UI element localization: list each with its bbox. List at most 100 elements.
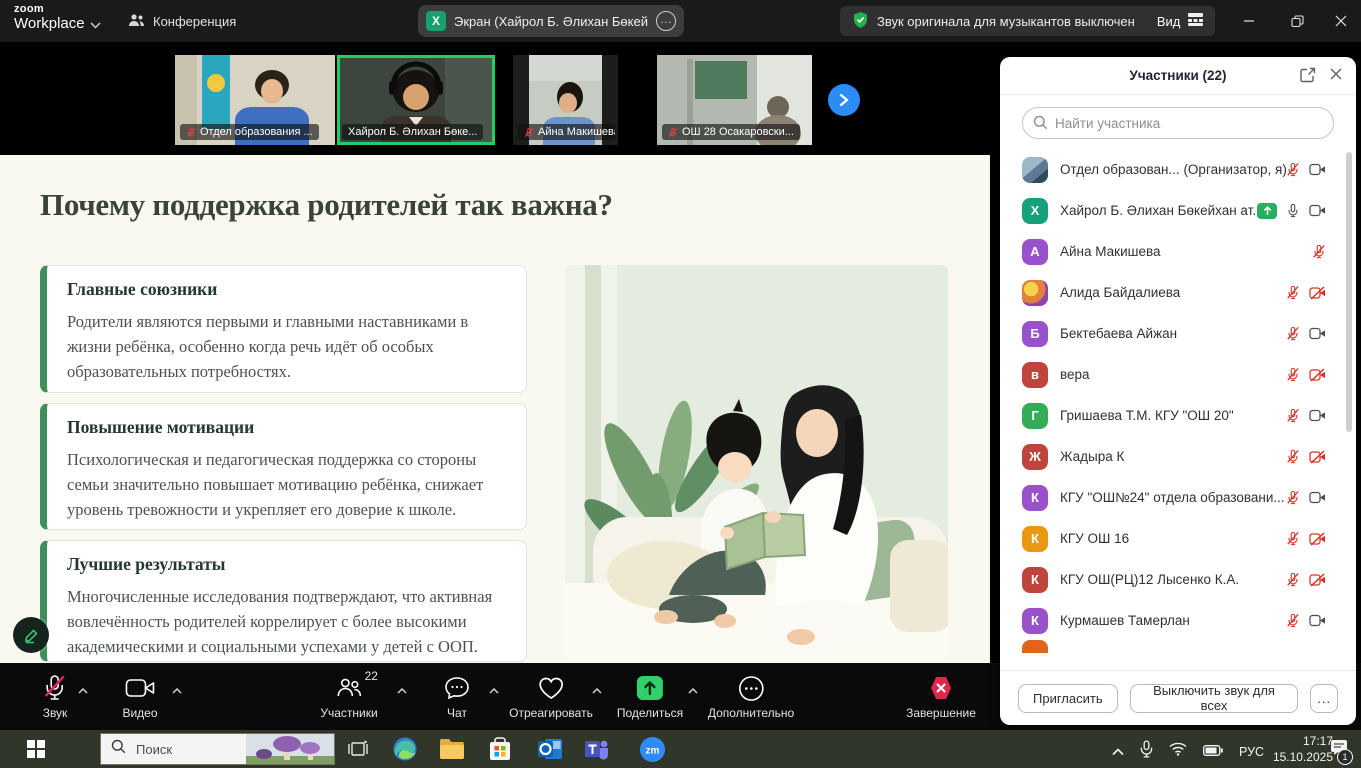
restore-button[interactable] bbox=[1274, 0, 1320, 42]
taskbar-search-input[interactable] bbox=[134, 741, 248, 758]
tab-meeting-label: Конференция bbox=[153, 14, 236, 29]
video-name-label: ОШ 28 Осакаровски... bbox=[662, 124, 800, 140]
video-thumbnail[interactable]: ОШ 28 Осакаровски... bbox=[657, 55, 812, 145]
participant-status-icons bbox=[1286, 326, 1344, 341]
tray-mic-icon[interactable] bbox=[1140, 740, 1153, 763]
mute-all-button[interactable]: Выключить звук для всех bbox=[1130, 684, 1299, 713]
mic-muted-icon bbox=[1286, 613, 1300, 628]
video-thumbnail[interactable]: Отдел образования ... bbox=[175, 55, 335, 145]
logo-line1: zoom bbox=[14, 4, 85, 15]
share-screen-button[interactable]: Поделиться bbox=[617, 673, 683, 720]
share-options-caret[interactable] bbox=[688, 681, 698, 699]
panel-scrollbar[interactable] bbox=[1346, 152, 1352, 432]
notification-center-icon[interactable]: 1 bbox=[1330, 739, 1348, 761]
invite-button[interactable]: Пригласить bbox=[1018, 684, 1118, 713]
zoom-app-icon[interactable]: zm bbox=[638, 735, 666, 763]
participant-name: Бектебаева Айжан bbox=[1060, 326, 1286, 341]
participant-name: вера bbox=[1060, 367, 1286, 382]
participant-status-icons bbox=[1286, 613, 1344, 628]
end-call-icon bbox=[927, 673, 955, 703]
audio-button[interactable]: Звук bbox=[43, 673, 68, 720]
avatar: X bbox=[1022, 198, 1048, 224]
tray-chevron-icon[interactable] bbox=[1112, 743, 1124, 761]
view-grid-icon[interactable] bbox=[1188, 13, 1203, 29]
minimize-button[interactable] bbox=[1226, 0, 1272, 42]
video-button[interactable]: Видео bbox=[122, 673, 157, 720]
tray-battery-icon[interactable] bbox=[1203, 743, 1223, 761]
view-button-label[interactable]: Вид bbox=[1157, 14, 1181, 29]
avatar: в bbox=[1022, 362, 1048, 388]
participant-row[interactable]: ББектебаева Айжан bbox=[1000, 313, 1344, 354]
participant-row[interactable]: XХайрол Б. Әлихан Бөкейхан ат... bbox=[1000, 190, 1344, 231]
search-highlight-image[interactable] bbox=[246, 734, 334, 765]
video-label: Видео bbox=[122, 706, 157, 720]
tab-screen-share[interactable]: X Экран (Хайрол Б. Әлихан Бөкей … bbox=[418, 5, 684, 37]
participant-row[interactable]: Отдел образован... (Организатор, я) bbox=[1000, 149, 1344, 190]
chevron-down-icon[interactable] bbox=[90, 16, 101, 34]
search-participant[interactable] bbox=[1022, 107, 1334, 139]
tray-clock[interactable]: 17:17 15.10.2025 bbox=[1273, 733, 1333, 765]
participant-status-icons bbox=[1286, 449, 1344, 464]
search-participant-input[interactable] bbox=[1022, 107, 1334, 139]
video-thumbnail[interactable]: Айна Макишева bbox=[513, 55, 618, 145]
task-view-icon[interactable] bbox=[344, 735, 372, 763]
participant-row[interactable]: ККурмашев Тамерлан bbox=[1000, 600, 1344, 641]
avatar: Г bbox=[1022, 403, 1048, 429]
windows-taskbar: zm РУС 17:17 15.10.2025 1 bbox=[0, 730, 1361, 768]
mic-muted-icon bbox=[1312, 244, 1326, 259]
camera-icon bbox=[125, 673, 155, 703]
panel-more-button[interactable]: ... bbox=[1310, 684, 1338, 713]
participant-row[interactable]: ККГУ ОШ 16 bbox=[1000, 518, 1344, 559]
react-options-caret[interactable] bbox=[592, 681, 602, 699]
close-icon[interactable] bbox=[1318, 0, 1361, 42]
mic-muted-icon bbox=[1286, 490, 1300, 505]
participant-row[interactable]: Алида Байдалиева bbox=[1000, 272, 1344, 313]
camera-on-icon bbox=[1309, 163, 1326, 176]
outlook-icon[interactable] bbox=[536, 735, 564, 763]
end-meeting-button[interactable]: Завершение bbox=[906, 673, 976, 720]
mic-muted-icon bbox=[668, 127, 678, 138]
annotate-button[interactable] bbox=[13, 617, 49, 653]
video-options-caret[interactable] bbox=[172, 681, 182, 699]
chat-label: Чат bbox=[447, 706, 467, 720]
camera-on-icon bbox=[1309, 327, 1326, 340]
next-videos-button[interactable] bbox=[828, 84, 860, 116]
tray-time: 17:17 bbox=[1273, 733, 1333, 749]
edge-icon[interactable] bbox=[391, 735, 419, 763]
ms-store-icon[interactable] bbox=[486, 735, 514, 763]
react-button[interactable]: Отреагировать bbox=[509, 673, 593, 720]
card-title: Повышение мотивации bbox=[67, 417, 508, 438]
participant-status-icons bbox=[1286, 162, 1344, 177]
chat-button[interactable]: Чат bbox=[444, 673, 470, 720]
participants-button[interactable]: 22 Участники bbox=[320, 673, 377, 720]
chat-options-caret[interactable] bbox=[489, 681, 499, 699]
title-bar: zoom Workplace Конференция X Экран (Хайр… bbox=[0, 0, 1361, 42]
camera-on-icon bbox=[1309, 204, 1326, 217]
participant-row[interactable]: ААйна Макишева bbox=[1000, 231, 1344, 272]
participants-options-caret[interactable] bbox=[397, 681, 407, 699]
tray-wifi-icon[interactable] bbox=[1169, 742, 1187, 761]
tab-meeting[interactable]: Конференция bbox=[128, 0, 236, 42]
language-indicator[interactable]: РУС bbox=[1239, 745, 1264, 759]
audio-options-caret[interactable] bbox=[78, 681, 88, 699]
file-explorer-icon[interactable] bbox=[438, 735, 466, 763]
tab-options-icon[interactable]: … bbox=[656, 11, 676, 31]
participant-name: КГУ ОШ(РЦ)12 Лысенко К.А. bbox=[1060, 572, 1286, 587]
more-button[interactable]: Дополнительно bbox=[708, 673, 794, 720]
participant-row[interactable]: ГГришаева Т.М. КГУ "ОШ 20" bbox=[1000, 395, 1344, 436]
mic-muted-icon bbox=[1286, 285, 1300, 300]
mic-muted-icon bbox=[524, 127, 534, 138]
start-button[interactable] bbox=[16, 736, 56, 762]
participant-status-icons bbox=[1312, 244, 1344, 259]
taskbar-search[interactable] bbox=[100, 733, 335, 765]
slide-title: Почему поддержка родителей так важна? bbox=[40, 187, 613, 223]
participant-row[interactable]: ККГУ ОШ(РЦ)12 Лысенко К.А. bbox=[1000, 559, 1344, 600]
participants-label: Участники bbox=[320, 706, 377, 720]
video-thumbnail-active-speaker[interactable]: Хайрол Б. Әлихан Бөке... bbox=[337, 55, 495, 145]
participant-row[interactable]: ЖЖадыра К bbox=[1000, 436, 1344, 477]
popout-icon[interactable] bbox=[1300, 67, 1316, 88]
participant-row[interactable]: ввера bbox=[1000, 354, 1344, 395]
close-panel-icon[interactable] bbox=[1329, 67, 1343, 86]
teams-icon[interactable] bbox=[583, 735, 611, 763]
participant-row[interactable]: ККГУ "ОШ№24" отдела образовани... bbox=[1000, 477, 1344, 518]
